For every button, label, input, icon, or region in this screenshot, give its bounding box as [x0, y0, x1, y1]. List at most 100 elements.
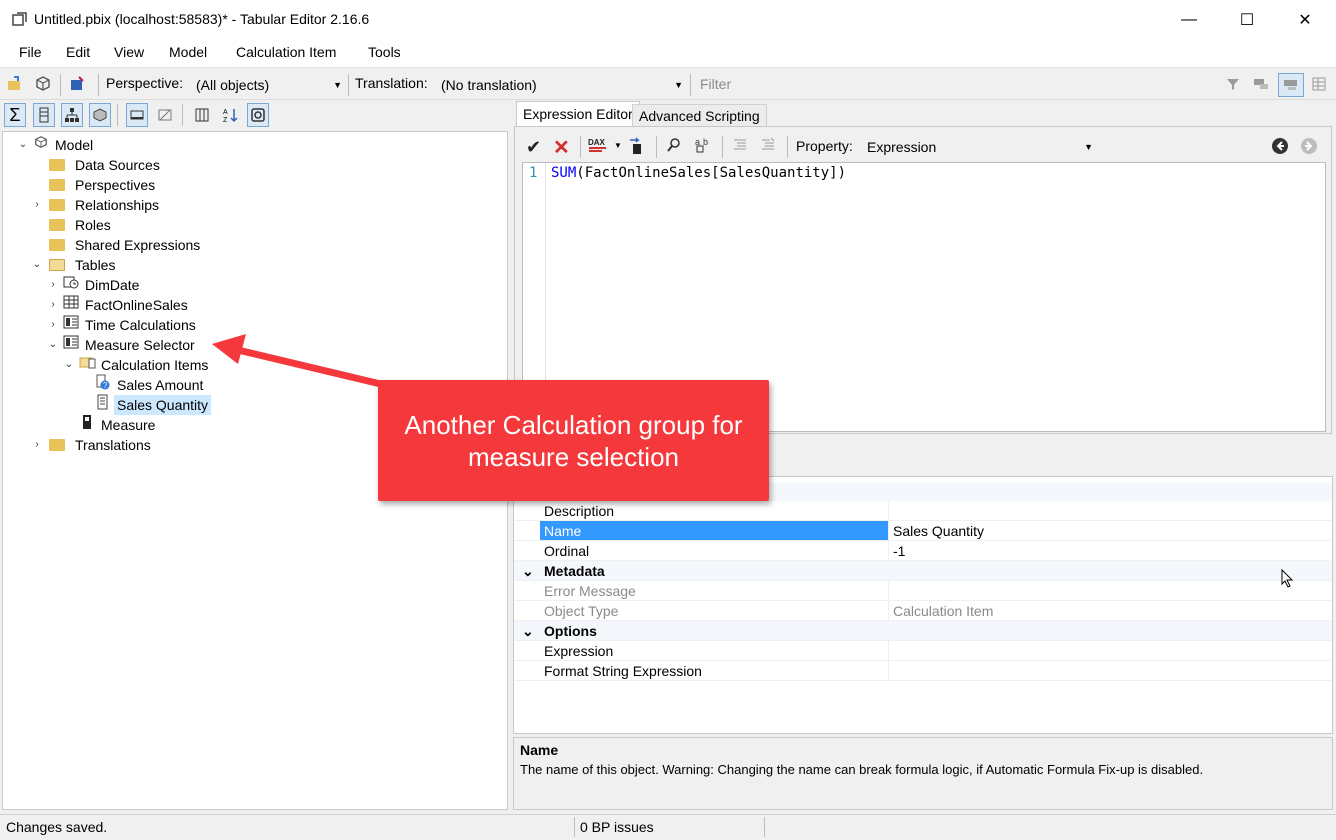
tree-node-measure-selector[interactable]: ⌄ Measure Selector — [47, 335, 195, 355]
cube-icon — [33, 135, 49, 155]
metadata-icon[interactable] — [247, 103, 269, 127]
chevron-down-icon[interactable]: ▼ — [614, 141, 622, 150]
property-row-error-message[interactable]: Error Message — [514, 581, 1332, 601]
tree-node-shared-expressions[interactable]: Shared Expressions — [49, 235, 200, 255]
tree-label: Shared Expressions — [75, 237, 201, 253]
panel-toggle-icon[interactable] — [1278, 73, 1304, 97]
menu-tools[interactable]: Tools — [368, 44, 401, 60]
menu-view[interactable]: View — [114, 44, 144, 60]
toolbar-separator — [787, 136, 788, 158]
property-dropdown[interactable]: Expression ▼ — [867, 136, 1095, 158]
tree-node-translations[interactable]: › Translations — [31, 435, 150, 455]
chevron-right-icon[interactable]: › — [47, 315, 59, 335]
layout-icon[interactable] — [1250, 73, 1272, 95]
minimize-button[interactable]: — — [1160, 0, 1218, 40]
tree-node-data-sources[interactable]: Data Sources — [49, 155, 160, 175]
annotation-callout: Another Calculation group for measure se… — [378, 380, 769, 501]
accept-icon[interactable]: ✔ — [526, 137, 541, 158]
show-hidden-icon[interactable] — [154, 103, 176, 127]
dax-format-icon[interactable]: DAX — [588, 136, 610, 159]
chevron-down-icon[interactable]: ⌄ — [514, 621, 544, 640]
property-row-name[interactable]: Name Sales Quantity — [514, 521, 1332, 541]
perspective-dropdown[interactable]: (All objects) ▼ — [196, 74, 342, 96]
tab-advanced-scripting[interactable]: Advanced Scripting — [632, 104, 767, 126]
cube-icon[interactable] — [89, 103, 111, 127]
tree-node-roles[interactable]: Roles — [49, 215, 111, 235]
hidden-objects-icon[interactable] — [126, 103, 148, 127]
column-icon[interactable] — [33, 103, 55, 127]
chevron-down-icon[interactable]: ⌄ — [514, 561, 544, 580]
sigma-icon[interactable]: Σ — [4, 103, 26, 127]
chevron-right-icon[interactable]: › — [47, 295, 59, 315]
tree-node-factonlinesales[interactable]: › FactOnlineSales — [47, 295, 188, 315]
property-grid: Description Name Sales Quantity Ordinal … — [513, 476, 1333, 734]
bp-issues-link[interactable]: 0 BP issues — [580, 819, 654, 835]
category-metadata[interactable]: ⌄ Metadata — [514, 561, 1332, 581]
save-icon[interactable] — [66, 73, 88, 95]
app-icon — [12, 12, 28, 28]
menu-edit[interactable]: Edit — [66, 44, 90, 60]
tree-node-time-calculations[interactable]: › Time Calculations — [47, 315, 196, 335]
tree-node-measure[interactable]: Measure — [79, 415, 155, 435]
toolbar-separator — [98, 74, 99, 96]
tree-node-model[interactable]: ⌄ Model — [17, 135, 93, 155]
forward-icon[interactable] — [1300, 137, 1318, 158]
property-row-format-string-expression[interactable]: Format String Expression — [514, 661, 1332, 681]
tree-label: Measure — [101, 417, 156, 433]
funnel-icon[interactable] — [1222, 73, 1244, 95]
tree-node-sales-quantity[interactable]: Sales Quantity — [95, 394, 212, 415]
replace-icon[interactable]: ab — [694, 136, 712, 157]
comment-icon[interactable] — [732, 137, 748, 156]
navigate-icon[interactable] — [628, 136, 646, 159]
tree-node-dimdate[interactable]: › DimDate — [47, 275, 139, 295]
chevron-down-icon: ▼ — [1084, 142, 1093, 152]
maximize-button[interactable]: ☐ — [1218, 0, 1276, 40]
chevron-down-icon[interactable]: ⌄ — [63, 355, 75, 375]
tree-node-calculation-items[interactable]: ⌄ Calculation Items — [63, 355, 209, 375]
columns-icon[interactable] — [191, 103, 213, 127]
menu-calculation-item[interactable]: Calculation Item — [236, 44, 336, 60]
uncomment-icon[interactable] — [760, 137, 776, 156]
tree-node-tables[interactable]: ⌄ Tables — [31, 255, 116, 275]
mouse-cursor-icon — [1281, 568, 1295, 592]
menu-file[interactable]: File — [19, 44, 42, 60]
sort-icon[interactable]: AZ — [219, 103, 241, 127]
svg-text:DAX: DAX — [588, 138, 606, 147]
hierarchy-icon[interactable] — [61, 103, 83, 127]
callout-line-1: Another Calculation group for — [404, 409, 743, 440]
callout-line-2: measure selection — [468, 441, 679, 472]
tree-node-relationships[interactable]: › Relationships — [31, 195, 159, 215]
deploy-icon[interactable] — [32, 73, 54, 95]
property-row-description[interactable]: Description — [514, 501, 1332, 521]
translation-dropdown[interactable]: (No translation) ▼ — [441, 74, 683, 96]
perspective-value: (All objects) — [196, 77, 270, 93]
translation-value: (No translation) — [441, 77, 537, 93]
toolbar-separator — [182, 104, 183, 126]
calculation-item-warning-icon: ? — [95, 374, 111, 396]
open-icon[interactable] — [4, 73, 26, 95]
chevron-right-icon[interactable]: › — [31, 435, 43, 455]
tree-node-sales-amount[interactable]: ? Sales Amount — [95, 374, 203, 396]
code-line: SUM(FactOnlineSales[SalesQuantity]) — [551, 165, 846, 181]
reject-icon[interactable]: ✕ — [553, 135, 570, 160]
close-button[interactable]: ✕ — [1276, 0, 1334, 40]
filter-input[interactable]: Filter — [694, 72, 1214, 96]
property-row-object-type[interactable]: Object Type Calculation Item — [514, 601, 1332, 621]
table-icon — [63, 295, 79, 315]
menu-model[interactable]: Model — [169, 44, 207, 60]
chevron-down-icon[interactable]: ⌄ — [17, 135, 29, 155]
chevron-down-icon[interactable]: ⌄ — [31, 255, 43, 275]
property-row-expression[interactable]: Expression — [514, 641, 1332, 661]
chevron-right-icon[interactable]: › — [31, 195, 43, 215]
svg-text:Z: Z — [223, 117, 228, 123]
category-options[interactable]: ⌄ Options — [514, 621, 1332, 641]
property-row-ordinal[interactable]: Ordinal -1 — [514, 541, 1332, 561]
chevron-right-icon[interactable]: › — [47, 275, 59, 295]
find-icon[interactable] — [666, 137, 682, 156]
chevron-down-icon[interactable]: ⌄ — [47, 335, 59, 355]
tab-expression-editor[interactable]: Expression Editor — [516, 101, 640, 126]
status-separator — [574, 817, 575, 837]
back-icon[interactable] — [1271, 137, 1289, 158]
grid-view-icon[interactable] — [1308, 73, 1330, 95]
tree-node-perspectives[interactable]: Perspectives — [49, 175, 155, 195]
